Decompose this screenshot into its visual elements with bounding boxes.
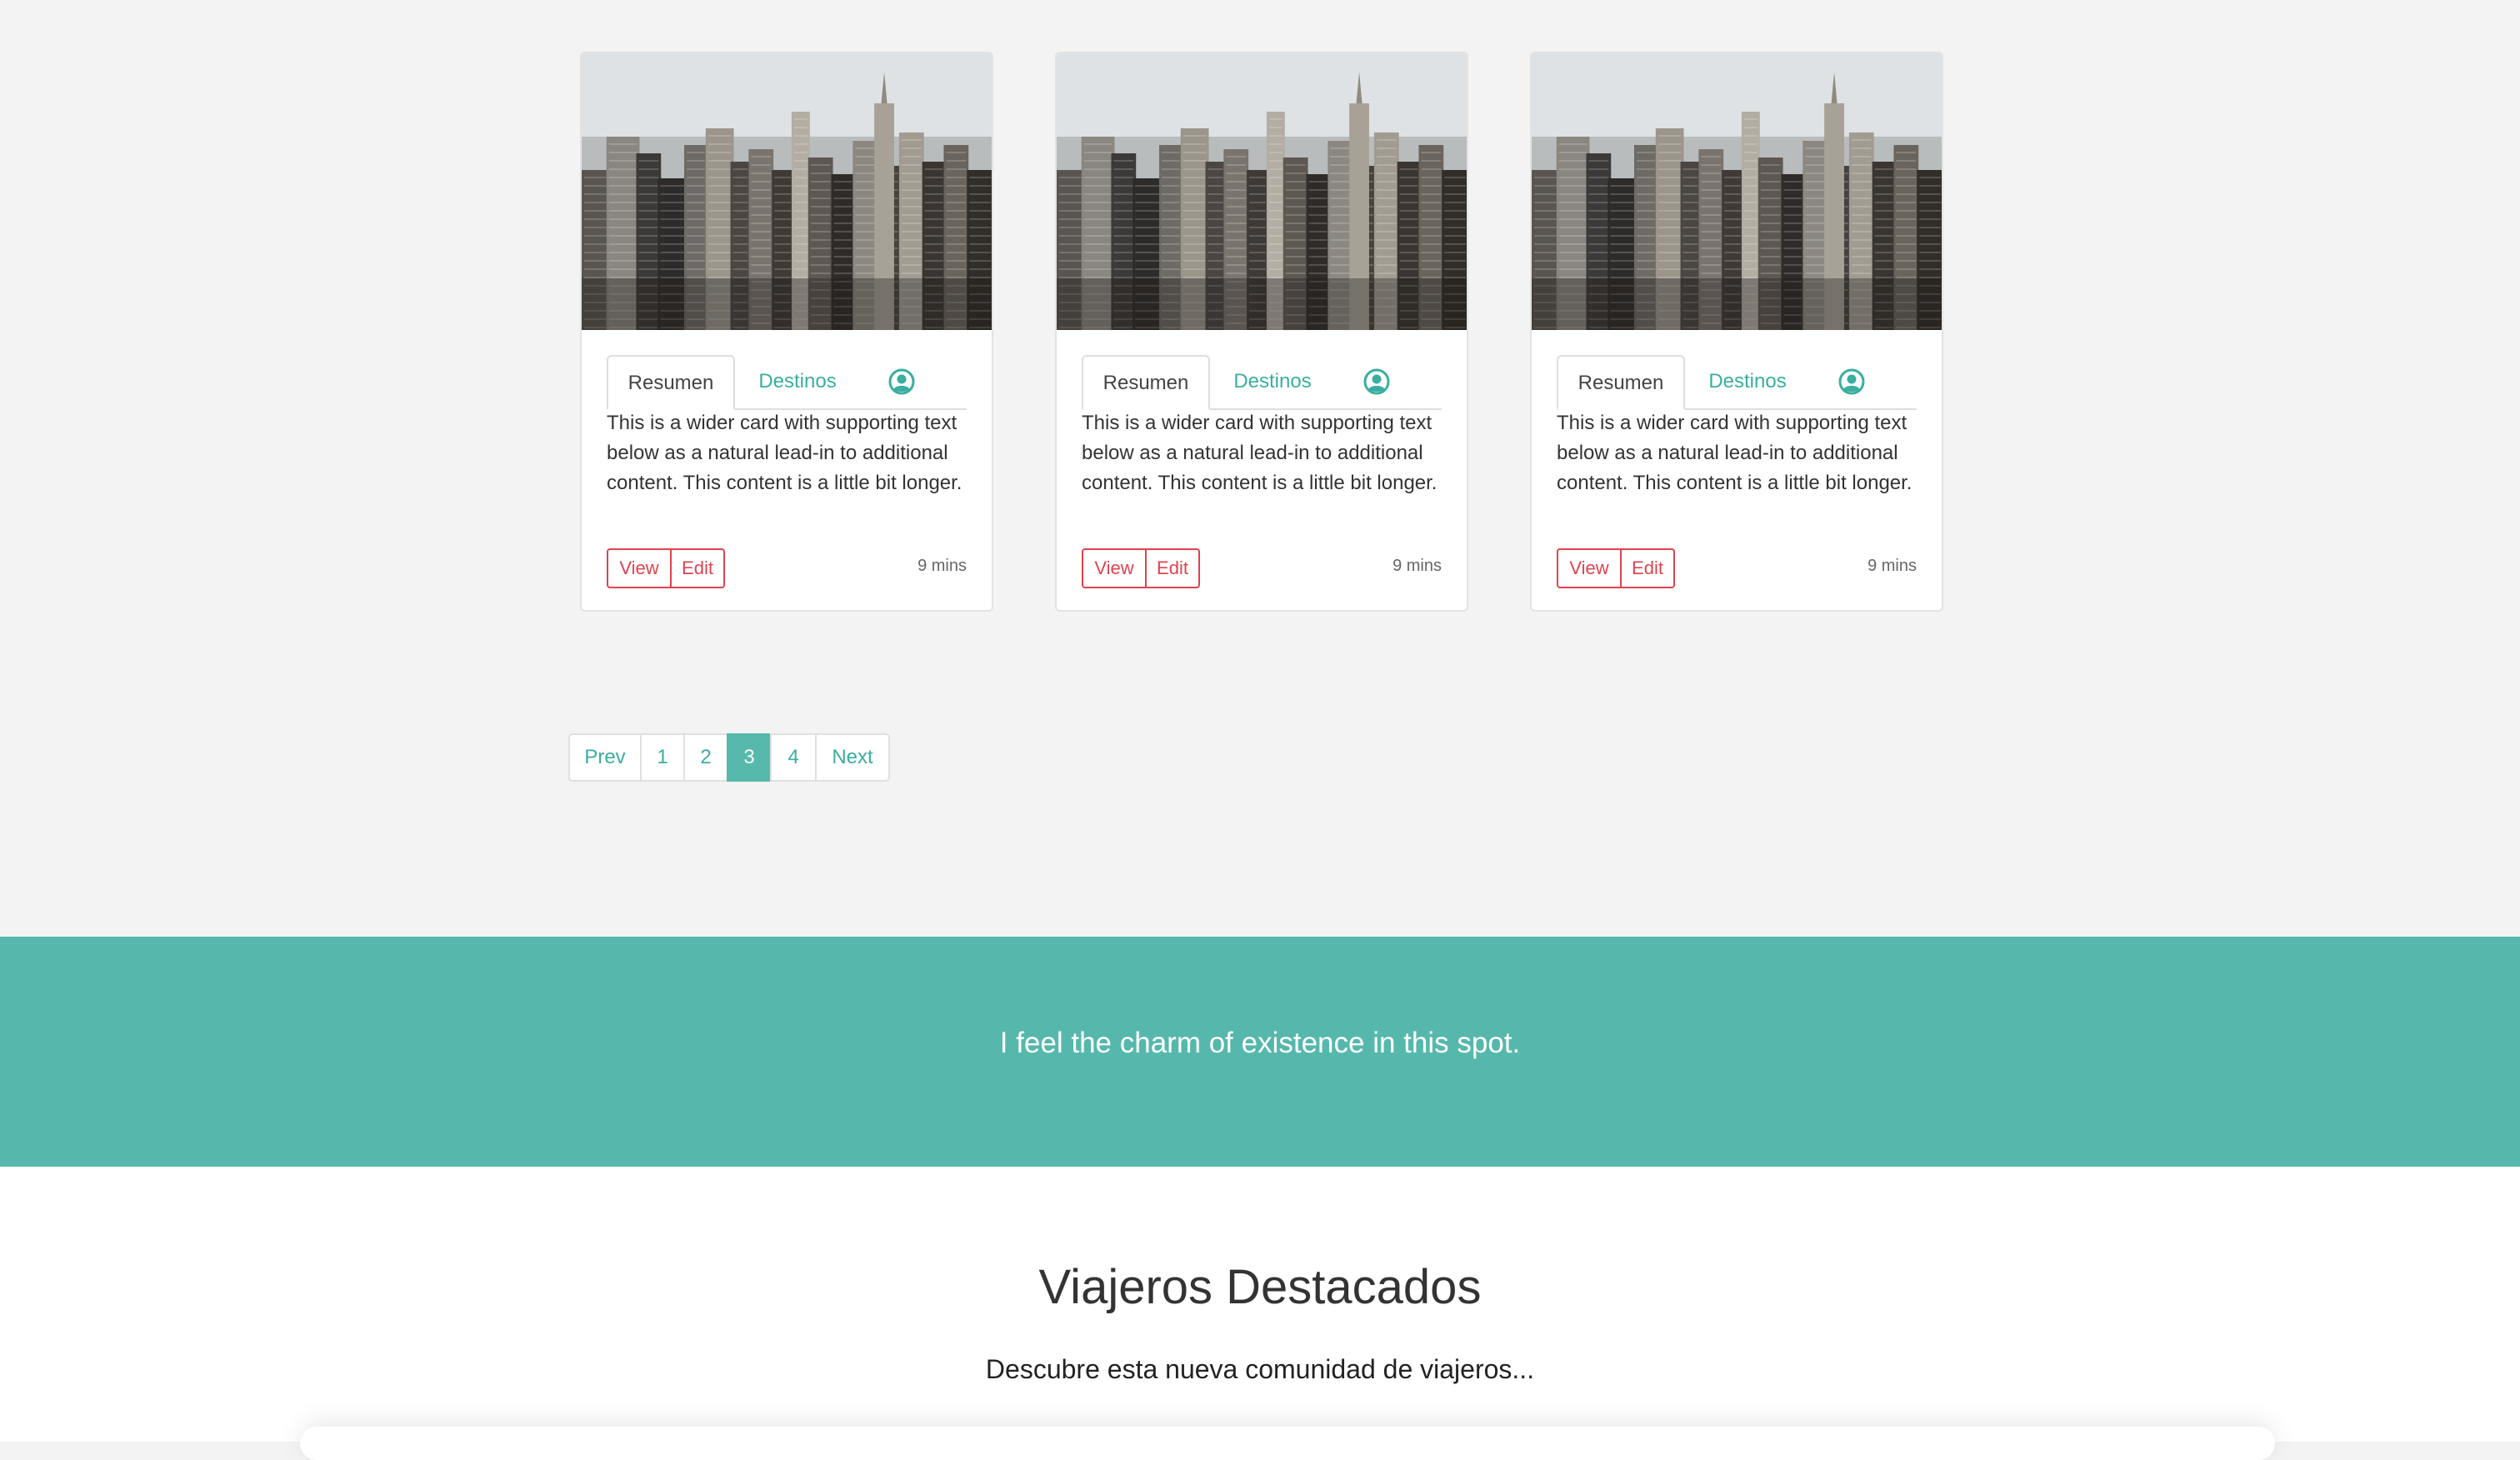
read-time: 9 mins: [918, 557, 967, 575]
section-title: Viajeros Destacados: [1038, 1260, 1482, 1314]
city-skyline-image: [582, 53, 992, 330]
banner-quote: I feel the charm of existence in this sp…: [999, 1027, 1521, 1059]
read-time: 9 mins: [1392, 557, 1442, 575]
tab-destinos[interactable]: Destinos: [1685, 355, 1810, 408]
user-circle-icon: [888, 368, 915, 395]
page-2-button[interactable]: 2: [683, 733, 728, 782]
next-page-button[interactable]: Next: [815, 733, 890, 782]
section-subtitle: Descubre esta nueva comunidad de viajero…: [985, 1354, 1535, 1384]
page-1-button[interactable]: 1: [640, 733, 685, 782]
card-text: This is a wider card with supporting tex…: [1082, 412, 1438, 494]
tab-resumen[interactable]: Resumen: [1082, 355, 1210, 410]
prev-page-button[interactable]: Prev: [568, 733, 642, 782]
city-skyline-image: [1532, 53, 1942, 330]
card-tabs: Resumen Destinos: [607, 355, 967, 410]
featured-travelers-section: Viajeros Destacados Descubre esta nueva …: [0, 1167, 2520, 1460]
user-circle-icon: [1363, 368, 1390, 395]
page-4-button[interactable]: 4: [770, 733, 817, 782]
card-text: This is a wider card with supporting tex…: [1557, 412, 1912, 494]
page-3-button[interactable]: 3: [727, 733, 772, 782]
read-time: 9 mins: [1868, 557, 1917, 575]
tab-user[interactable]: [1832, 355, 1872, 408]
edit-button[interactable]: Edit: [1620, 548, 1675, 588]
card-text: This is a wider card with supporting tex…: [607, 412, 962, 494]
city-skyline-image: [1057, 53, 1467, 330]
tab-resumen[interactable]: Resumen: [1557, 355, 1685, 410]
tab-destinos[interactable]: Destinos: [735, 355, 860, 408]
view-button[interactable]: View: [1082, 548, 1147, 588]
view-button[interactable]: View: [1557, 548, 1622, 588]
tab-user[interactable]: [882, 355, 922, 408]
user-circle-icon: [1838, 368, 1865, 395]
tab-resumen[interactable]: Resumen: [607, 355, 735, 410]
destination-card: Resumen Destinos This is a wider card wi…: [1055, 52, 1468, 612]
tab-destinos[interactable]: Destinos: [1210, 355, 1335, 408]
view-button[interactable]: View: [607, 548, 672, 588]
card-tabs: Resumen Destinos: [1082, 355, 1442, 410]
cards-section: Resumen Destinos This is a wider card wi…: [0, 0, 2520, 937]
destination-card: Resumen Destinos This is a wider card wi…: [580, 52, 993, 612]
destination-card: Resumen Destinos This is a wider card wi…: [1530, 52, 1943, 612]
edit-button[interactable]: Edit: [670, 548, 725, 588]
quote-banner: I feel the charm of existence in this sp…: [0, 937, 2520, 1167]
travelers-carousel-edge: [300, 1427, 2275, 1460]
tab-user[interactable]: [1357, 355, 1397, 408]
card-tabs: Resumen Destinos: [1557, 355, 1917, 410]
edit-button[interactable]: Edit: [1145, 548, 1200, 588]
